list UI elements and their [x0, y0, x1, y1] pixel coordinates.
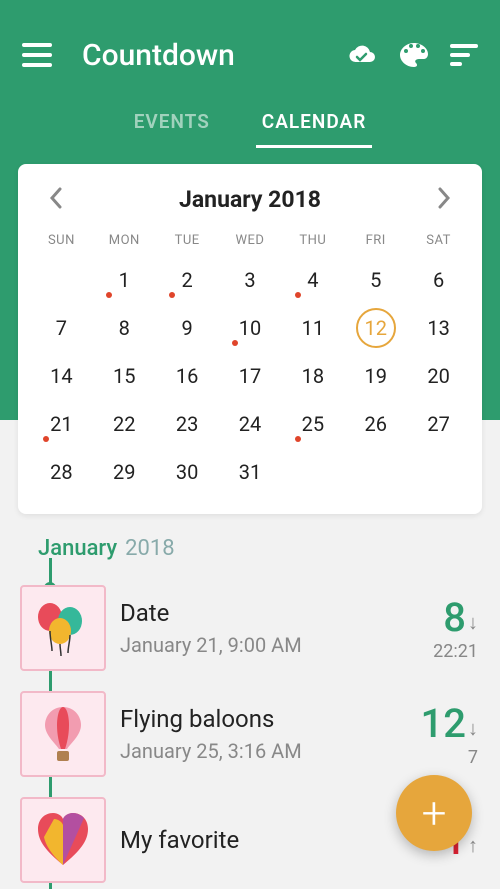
balloons-icon [20, 585, 106, 671]
calendar-day[interactable]: 21 [30, 400, 93, 448]
event-time: 22:21 [433, 641, 478, 662]
tab-calendar[interactable]: CALENDAR [256, 110, 372, 148]
prev-month-button[interactable] [48, 187, 64, 213]
calendar-day[interactable]: 1 [93, 256, 156, 304]
calendar-day[interactable]: 26 [344, 400, 407, 448]
dow-label: SAT [407, 227, 470, 256]
dow-label: SUN [30, 227, 93, 256]
calendar-day[interactable]: 14 [30, 352, 93, 400]
app-title: Countdown [82, 38, 324, 73]
calendar-day[interactable]: 5 [344, 256, 407, 304]
hotair-icon [20, 691, 106, 777]
event-dot [106, 292, 112, 298]
tab-events[interactable]: EVENTS [128, 110, 216, 148]
heart-icon [20, 797, 106, 883]
arrow-down-icon: ↓ [468, 610, 478, 635]
calendar-day[interactable]: 23 [156, 400, 219, 448]
calendar-day[interactable]: 28 [30, 448, 93, 496]
event-countdown: 8↓ [443, 594, 478, 641]
calendar-month-label: January 2018 [179, 186, 321, 213]
calendar-day[interactable]: 17 [219, 352, 282, 400]
calendar-day[interactable]: 22 [93, 400, 156, 448]
calendar-day[interactable]: 30 [156, 448, 219, 496]
calendar-day[interactable]: 20 [407, 352, 470, 400]
calendar-day[interactable]: 10 [219, 304, 282, 352]
event-countdown: 12↓ [421, 700, 478, 747]
calendar-day[interactable]: 2 [156, 256, 219, 304]
next-month-button[interactable] [436, 187, 452, 213]
sort-icon[interactable] [450, 44, 478, 66]
calendar-day[interactable]: 29 [93, 448, 156, 496]
tab-bar: EVENTS CALENDAR [0, 110, 500, 148]
event-subtitle: January 21, 9:00 AM [120, 633, 419, 657]
event-title: My favorite [120, 826, 429, 854]
palette-icon[interactable] [398, 41, 430, 69]
event-dot [169, 292, 175, 298]
dow-label: THU [281, 227, 344, 256]
calendar-day[interactable]: 11 [281, 304, 344, 352]
dow-label: TUE [156, 227, 219, 256]
add-event-fab[interactable]: + [396, 775, 472, 851]
calendar-card: January 2018 SUNMONTUEWEDTHUFRISAT 12345… [18, 164, 482, 514]
calendar-day[interactable]: 12 [344, 304, 407, 352]
calendar-day[interactable]: 19 [344, 352, 407, 400]
list-header: January 2018 [0, 514, 500, 575]
event-subtitle: January 25, 3:16 AM [120, 739, 407, 763]
dow-label: FRI [344, 227, 407, 256]
list-header-year: 2018 [125, 536, 174, 561]
event-time: 7 [468, 747, 478, 768]
calendar-day[interactable]: 25 [281, 400, 344, 448]
calendar-day[interactable]: 16 [156, 352, 219, 400]
event-item[interactable]: Flying baloons January 25, 3:16 AM 12↓7 [0, 681, 500, 787]
calendar-day[interactable]: 31 [219, 448, 282, 496]
event-dot [295, 436, 301, 442]
calendar-day[interactable]: 7 [30, 304, 93, 352]
calendar-day[interactable]: 3 [219, 256, 282, 304]
event-title: Date [120, 599, 419, 627]
event-item[interactable]: Date January 21, 9:00 AM 8↓22:21 [0, 575, 500, 681]
calendar-day[interactable]: 8 [93, 304, 156, 352]
event-title: Flying baloons [120, 705, 407, 733]
calendar-day[interactable]: 24 [219, 400, 282, 448]
event-dot [43, 436, 49, 442]
arrow-down-icon: ↓ [468, 716, 478, 741]
calendar-day[interactable]: 4 [281, 256, 344, 304]
calendar-day[interactable]: 18 [281, 352, 344, 400]
dow-label: MON [93, 227, 156, 256]
cloud-check-icon[interactable] [344, 42, 378, 68]
calendar-day[interactable]: 9 [156, 304, 219, 352]
event-dot [295, 292, 301, 298]
event-dot [232, 340, 238, 346]
calendar-day[interactable]: 6 [407, 256, 470, 304]
menu-icon[interactable] [22, 43, 52, 67]
calendar-day[interactable]: 27 [407, 400, 470, 448]
calendar-day[interactable]: 15 [93, 352, 156, 400]
calendar-day[interactable]: 13 [407, 304, 470, 352]
arrow-up-icon: ↑ [468, 833, 478, 858]
dow-label: WED [219, 227, 282, 256]
